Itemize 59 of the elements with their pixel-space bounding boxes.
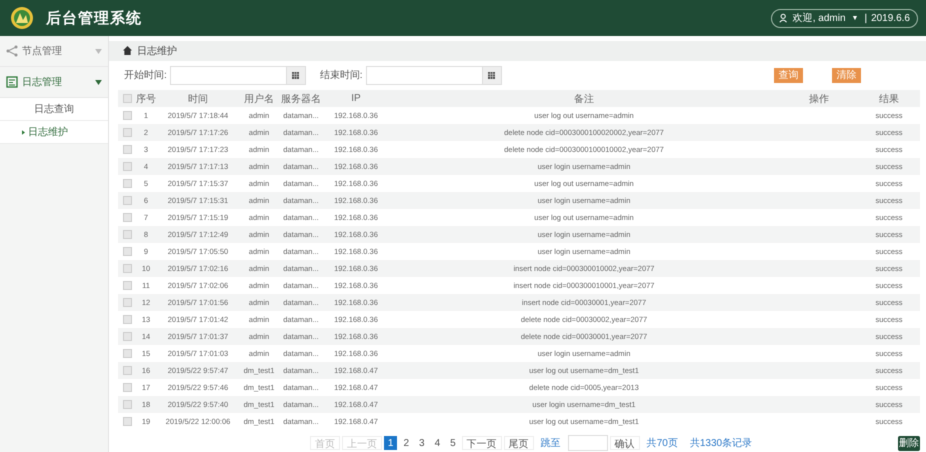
sidebar-subitem[interactable]: 日志查询 [0, 98, 108, 121]
select-all-checkbox[interactable] [122, 94, 132, 104]
user-icon [778, 13, 789, 23]
row-checkbox[interactable] [122, 196, 132, 206]
column-header: 服务器名 [281, 92, 321, 106]
row-checkbox[interactable] [122, 315, 132, 324]
row-checkbox[interactable] [122, 264, 132, 274]
row-checkbox[interactable] [122, 247, 132, 256]
sidebar-item[interactable]: 节点管理 [0, 36, 108, 67]
caret-icon [95, 80, 102, 84]
row-checkbox[interactable] [122, 400, 132, 410]
row-checkbox[interactable] [122, 349, 132, 358]
breadcrumb-text: 日志维护 [137, 44, 177, 58]
row-checkbox[interactable] [122, 179, 132, 188]
row-checkbox[interactable] [122, 213, 132, 222]
page-button[interactable]: 1 [384, 436, 398, 450]
column-header: 结果 [879, 92, 899, 106]
column-header: 用户名 [244, 92, 274, 106]
caret-icon [95, 48, 102, 54]
field-label: 开始时间: [124, 68, 167, 82]
sidebar-subitem[interactable]: 日志维护 [0, 121, 108, 144]
page-button[interactable]: 尾页 [504, 436, 534, 450]
column-header: 序号 [136, 92, 156, 106]
delete-button[interactable]: 删除 [898, 436, 920, 451]
row-checkbox[interactable] [122, 298, 132, 308]
app-title: 后台管理系统 [46, 8, 142, 28]
row-checkbox[interactable] [122, 366, 132, 376]
separator: | [864, 12, 868, 24]
logo-icon [10, 6, 34, 30]
page-input[interactable] [568, 435, 608, 452]
bullet-icon [22, 130, 25, 134]
total-records: 共1330条记录 [690, 436, 752, 450]
row-checkbox[interactable] [122, 281, 132, 290]
column-header: 时间 [188, 92, 208, 106]
column-header: 备注 [574, 92, 594, 106]
home-icon [123, 46, 132, 56]
date-field[interactable] [366, 66, 502, 85]
confirm-button[interactable]: 确认 [610, 436, 640, 450]
welcome-text: 欢迎, admin [792, 12, 846, 25]
row-checkbox[interactable] [122, 417, 132, 426]
field-label: 结束时间: [320, 68, 363, 82]
row-checkbox[interactable] [122, 111, 132, 120]
row-checkbox[interactable] [122, 383, 132, 392]
jump-label: 跳至 [540, 436, 561, 450]
row-checkbox[interactable] [122, 162, 132, 172]
row-checkbox[interactable] [122, 128, 132, 138]
calendar-icon [488, 72, 496, 79]
row-checkbox[interactable] [122, 332, 132, 342]
share-icon [6, 45, 18, 57]
row-checkbox[interactable] [122, 145, 132, 154]
column-header: 操作 [809, 92, 829, 106]
calendar-icon [292, 72, 300, 79]
total-pages: 共70页 [646, 436, 678, 450]
column-header: IP [351, 93, 361, 104]
date-text: 2019.6.6 [871, 12, 910, 24]
document-icon [6, 76, 18, 88]
page-button[interactable]: 下一页 [462, 436, 502, 450]
row-checkbox[interactable] [122, 230, 132, 240]
date-field[interactable] [170, 66, 306, 85]
